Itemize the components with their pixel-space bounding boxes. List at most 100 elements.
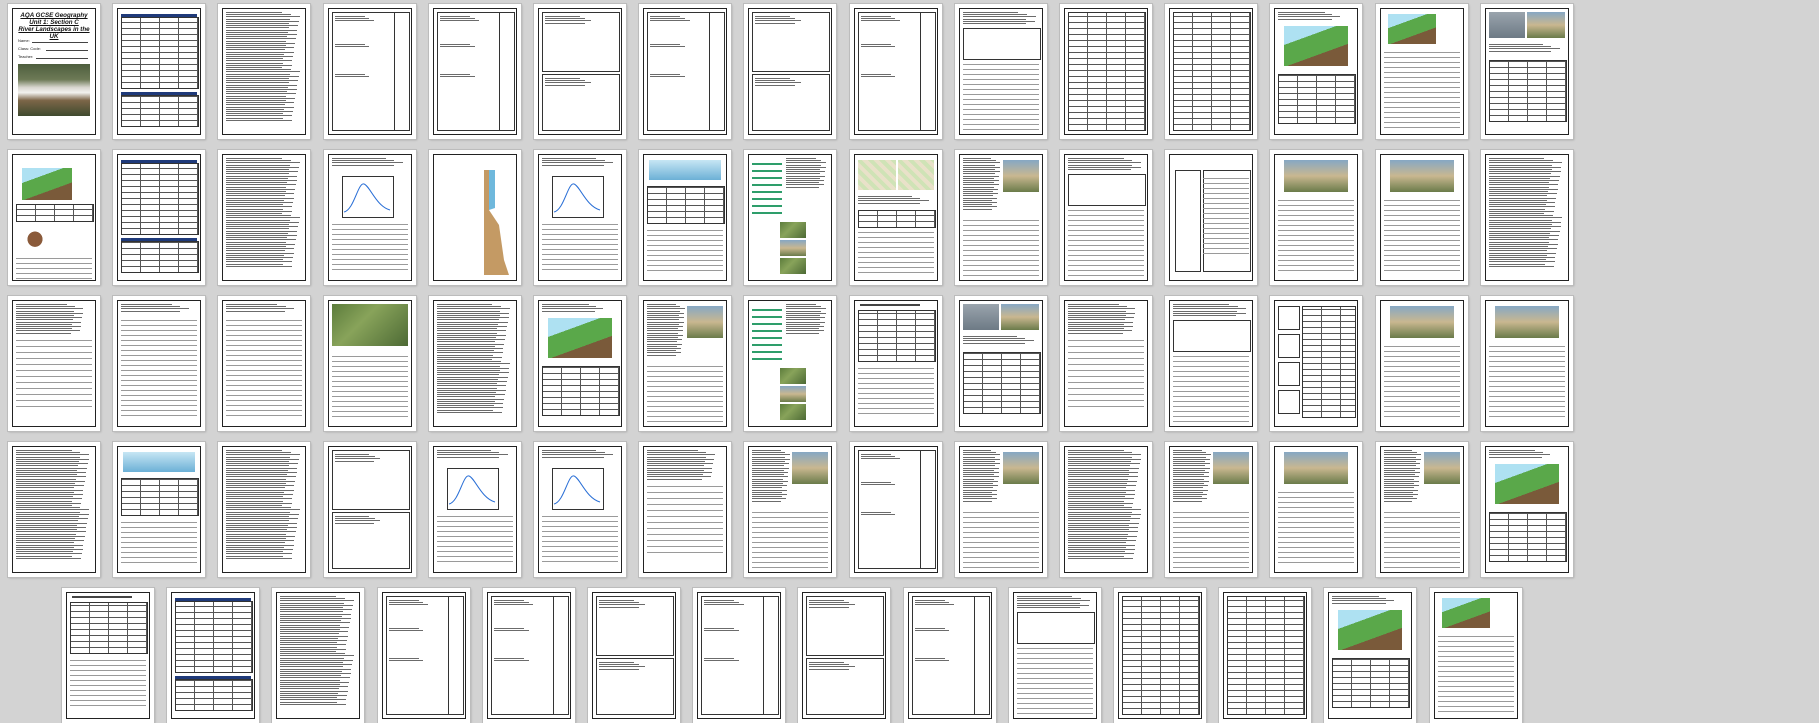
text-line (280, 655, 354, 657)
text-line (1068, 328, 1124, 329)
writing-line (857, 398, 934, 399)
text-line (542, 158, 596, 159)
mark-column (393, 12, 410, 131)
text-line (436, 400, 495, 402)
text-line (1488, 208, 1546, 210)
writing-line (647, 401, 724, 402)
writing-line (70, 665, 146, 666)
page-thumbnail (1060, 296, 1152, 431)
name-label: Name: (18, 38, 30, 43)
text-line (1068, 507, 1133, 508)
text-line (226, 551, 284, 552)
writing-line (1383, 62, 1460, 63)
text-line (1068, 317, 1134, 318)
map (857, 160, 896, 190)
text-line (962, 454, 1001, 456)
text-line (755, 80, 796, 81)
page-thumbnail (1165, 4, 1258, 139)
cover-page[interactable]: AQA GCSE Geography Unit 1: Section C Riv… (8, 4, 100, 139)
text-line (226, 40, 287, 42)
text-line (1068, 542, 1127, 544)
photo (1488, 12, 1525, 38)
text-line (647, 458, 714, 460)
text-line (755, 82, 801, 84)
text-line (1068, 546, 1126, 548)
text-line (542, 456, 604, 458)
text-line (226, 513, 299, 515)
text-line (121, 308, 189, 310)
writing-line (1383, 97, 1460, 98)
text-line (599, 602, 640, 603)
landscape-diagram (1338, 610, 1403, 650)
text-line (1488, 193, 1557, 194)
text-line (226, 67, 282, 68)
text-line (226, 38, 296, 40)
text-line (599, 666, 645, 668)
mark-column (709, 12, 726, 131)
table (121, 478, 200, 516)
text-line (1488, 158, 1545, 159)
text-line (1173, 308, 1247, 310)
text-line (860, 44, 891, 45)
text-line (786, 315, 821, 316)
writing-line (436, 536, 513, 537)
text-line (16, 522, 88, 524)
diagram (752, 304, 783, 364)
text-line (280, 615, 342, 617)
text-line (1488, 199, 1547, 201)
text-line (1068, 458, 1141, 460)
table (121, 163, 200, 235)
writing-line (1173, 552, 1250, 553)
hydrograph-curve (448, 475, 495, 505)
writing-line (1278, 215, 1355, 216)
text-line (1488, 44, 1543, 45)
page-thumbnail (1270, 150, 1363, 285)
text-line (493, 658, 524, 659)
text-line (1488, 173, 1551, 175)
text-line (439, 74, 470, 75)
text-line (647, 317, 685, 318)
writing-line (1203, 238, 1250, 239)
curve-line (553, 183, 601, 213)
text-line (1068, 456, 1132, 458)
page-thumbnail (323, 150, 416, 285)
text-line (1068, 557, 1134, 559)
writing-line (857, 237, 934, 238)
diagram (752, 158, 783, 218)
text-line (1173, 458, 1211, 460)
text-line (226, 463, 299, 464)
text-line (1173, 472, 1210, 473)
text-line (962, 182, 994, 183)
text-line (857, 202, 920, 204)
writing-line (1068, 230, 1144, 231)
writing-line (16, 376, 92, 377)
text-line (436, 381, 508, 382)
text-line (786, 182, 820, 183)
text-line (1068, 489, 1136, 491)
page-thumbnail (1270, 296, 1363, 431)
text-line (436, 359, 493, 360)
writing-line (542, 239, 618, 240)
waterfall-photo (18, 64, 90, 116)
writing-line (1383, 517, 1460, 518)
writing-line (331, 366, 408, 367)
writing-line (1173, 386, 1250, 387)
text-line (280, 657, 345, 659)
text-line (226, 188, 296, 190)
text-line (439, 20, 480, 22)
writing-line (647, 421, 724, 422)
text-line (436, 372, 509, 373)
writing-line (1383, 522, 1460, 523)
text-line (1278, 16, 1340, 18)
text-line (962, 463, 1000, 464)
text-line (962, 456, 996, 458)
writing-line (1016, 673, 1093, 674)
text-line (1488, 175, 1560, 177)
text-line (436, 334, 506, 336)
writing-line (16, 388, 92, 389)
cover-title-line-1: AQA GCSE Geography (20, 12, 88, 19)
text-line (436, 363, 511, 365)
text-line (436, 350, 494, 351)
text-line (962, 204, 993, 205)
text-line (226, 158, 282, 159)
